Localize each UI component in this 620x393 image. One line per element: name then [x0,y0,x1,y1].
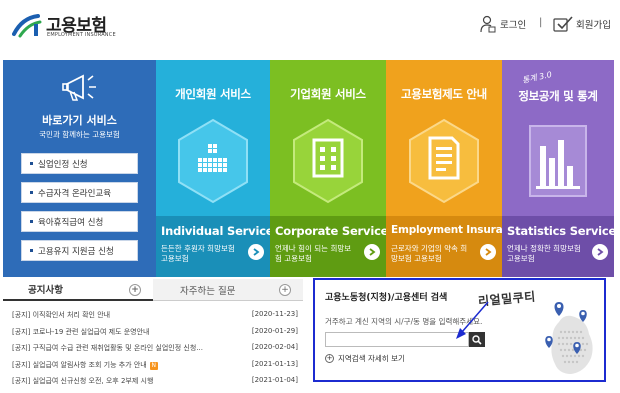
login-label: 로그인 [500,20,527,31]
arrow-right-icon[interactable] [248,244,264,260]
quick-unemployment-recognition-button[interactable]: 실업인정 신청 [21,153,138,174]
notice-title: [공지] 구직급여 수급 관련 재취업활동 및 온라인 실업인정 신청... [12,344,203,352]
site-header: 고용보험 EMPLOYMENT INSURANCE 로그인 | 회원가입 [0,0,620,50]
quick-online-education-button[interactable]: 수급자격 온라인교육 [21,182,138,203]
statistics-deco-text: 통계 3.0 [521,69,553,86]
quick-item-label: 고용유지 지원금 신청 [38,246,114,257]
notice-title-text: [공지] 실업급여 알림사항 조회 기능 추가 안내 [12,360,147,369]
statistics-service-footer: Statistics Service 언제나 정확한 희망보험 고용보험 [502,216,614,277]
statistics-service-en-title: Statistics Service [507,224,614,238]
korea-map-icon [545,302,593,374]
quick-employment-retention-button[interactable]: 고용유지 지원금 신청 [21,240,138,261]
bullet-icon [30,162,33,165]
corporate-service-panel[interactable]: 기업회원 서비스 Corporate Service 언제나 힘이 되는 희망보… [270,60,386,277]
user-lock-icon [480,15,496,33]
site-logo[interactable]: 고용보험 EMPLOYMENT INSURANCE [12,10,122,42]
logo-mark-icon [12,14,42,38]
employment-insurance-panel[interactable]: 고용보험제도 안내 Employment Insurance 근로자와 기업의 … [386,60,502,277]
building-hexagon-icon [293,118,363,204]
bullet-icon [30,191,33,194]
logo-subtitle: EMPLOYMENT INSURANCE [47,32,116,38]
quick-item-label: 수급자격 온라인교육 [38,188,112,199]
corporate-service-title: 기업회원 서비스 [290,87,366,101]
statistics-service-panel[interactable]: 통계 3.0 정보공개 및 통계 Statistics Service 언제나 … [502,60,614,277]
tab-faq-label: 자주하는 질문 [180,285,236,297]
quick-service-panel: 바로가기 서비스 국민과 함께하는 고용보험 실업인정 신청 수급자격 온라인교… [3,60,156,277]
notice-date: [2021-01-04] [251,376,298,384]
individual-service-title: 개인회원 서비스 [175,87,251,101]
plus-circle-icon: + [325,354,334,363]
individual-service-en-title: Individual Service [161,224,270,238]
region-search-link[interactable]: + 지역검색 자세히 보기 [325,353,405,364]
list-item[interactable]: [공지] 실업급여 신규신청 오전, 오후 2부제 시행 [2021-01-04… [12,373,298,390]
corporate-service-footer: Corporate Service 언제나 힘이 되는 희망보험 고용보험 [270,216,386,277]
join-link[interactable]: 회원가입 [553,14,611,34]
megaphone-icon [62,74,96,101]
individual-service-footer: Individual Service 든든한 후원자 희망보험 고용보험 [156,216,270,277]
plus-icon[interactable]: + [129,284,141,296]
list-item[interactable]: [공지] 구직급여 수급 관련 재취업활동 및 온라인 실업인정 신청... [… [12,340,298,357]
login-link[interactable]: 로그인 [480,14,526,34]
quick-item-label: 육아휴직급여 신청 [38,217,104,228]
quick-service-list: 실업인정 신청 수급자격 온라인교육 육아휴직급여 신청 고용유지 지원금 신청 [21,153,138,269]
quick-item-label: 실업인정 신청 [38,159,88,170]
arrow-right-icon[interactable] [364,244,380,260]
header-separator: | [539,17,543,28]
list-item[interactable]: [공지] 이직확인서 처리 확인 안내 [2020-11-23] [12,307,298,324]
bullet-icon [30,220,33,223]
statistics-service-title: 정보공개 및 통계 [518,89,598,103]
region-search-label: 지역검색 자세히 보기 [338,354,405,363]
notice-date: [2020-11-23] [251,310,298,318]
notice-title: [공지] 실업급여 신규신청 오전, 오후 2부제 시행 [12,377,154,385]
list-item[interactable]: [공지] 코로나-19 관련 실업급여 제도 운영안내 [2020-01-29] [12,324,298,341]
bullet-icon [30,249,33,252]
notice-date: [2020-01-29] [251,326,298,335]
center-search-title: 고용노동청(지청)/고용센터 검색 [325,293,448,303]
arrow-right-icon[interactable] [480,244,496,260]
individual-service-desc: 든든한 후원자 희망보험 고용보험 [161,244,235,263]
tab-notice[interactable]: 공지사항 + [3,279,153,301]
corporate-service-en-title: Corporate Service [275,224,386,238]
notice-title: [공지] 코로나-19 관련 실업급여 제도 운영안내 [12,327,150,336]
notice-title: [공지] 이직확인서 처리 확인 안내 [12,311,111,319]
signup-check-icon [553,16,573,32]
quick-service-subtitle: 국민과 함께하는 고용보험 [39,130,120,139]
person-hexagon-icon [178,118,248,204]
notice-list: [공지] 이직확인서 처리 확인 안내 [2020-11-23] [공지] 코로… [12,307,298,390]
statistics-service-desc: 언제나 정확한 희망보험 고용보험 [507,244,581,263]
employment-insurance-desc: 근로자와 기업의 약속 희망보험 고용보험 [391,244,468,263]
individual-service-panel[interactable]: 개인회원 서비스 Individual Service 든든한 후원자 희망보험… [156,60,270,277]
notice-date: [2020-02-04] [251,343,298,351]
employment-insurance-en-title: Employment Insurance [391,224,502,236]
document-hexagon-icon [409,118,479,204]
employment-insurance-title: 고용보험제도 안내 [401,87,487,101]
quick-parental-leave-button[interactable]: 육아휴직급여 신청 [21,211,138,232]
annotation-arrow [456,301,489,339]
arrow-right-icon[interactable] [592,244,608,260]
bar-chart-icon [529,125,587,197]
quick-service-title: 바로가기 서비스 [42,114,117,127]
corporate-service-desc: 언제나 힘이 되는 희망보험 고용보험 [275,244,352,263]
notice-date: [2021-01-13] [251,359,298,368]
employment-insurance-footer: Employment Insurance 근로자와 기업의 약속 희망보험 고용… [386,216,502,277]
notice-title: [공지] 실업급여 알림사항 조회 기능 추가 안내 N [12,360,158,370]
list-item[interactable]: [공지] 실업급여 알림사항 조회 기능 추가 안내 N [2021-01-13] [12,357,298,374]
new-badge: N [149,361,158,370]
tab-notice-label: 공지사항 [28,285,63,296]
tab-faq[interactable]: 자주하는 질문 + [153,279,303,301]
join-label: 회원가입 [576,20,611,31]
board-tabs: 공지사항 + 자주하는 질문 + [3,279,303,301]
plus-icon[interactable]: + [279,284,291,296]
